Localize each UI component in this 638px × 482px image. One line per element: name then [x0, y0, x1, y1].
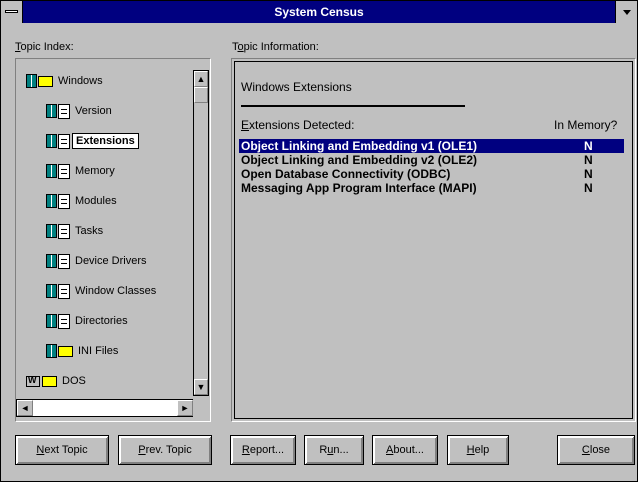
tree-item-label: Directories: [75, 315, 128, 327]
title-bar: System Census: [1, 1, 637, 23]
page-icon: [58, 313, 70, 329]
topic-tree[interactable]: Windows Version Extensions Memory Module…: [26, 70, 190, 392]
in-memory-value: N: [584, 139, 593, 153]
prev-topic-button[interactable]: Prev. Topic: [118, 435, 212, 465]
tree-item-label: Extensions: [72, 133, 139, 149]
book-icon: [46, 344, 57, 358]
scrollbar-corner: [193, 399, 209, 417]
help-button[interactable]: Help: [447, 435, 509, 465]
in-memory-header: In Memory?: [554, 118, 618, 132]
extension-row[interactable]: Object Linking and Embedding v1 (OLE1) N: [239, 139, 624, 153]
tree-horizontal-scrollbar[interactable]: ◄ ►: [16, 399, 194, 417]
tree-item-dos[interactable]: DOS: [26, 370, 89, 392]
system-census-window: System Census Topic Index: Topic Informa…: [0, 0, 638, 482]
page-icon: [58, 163, 70, 179]
page-icon: [58, 223, 70, 239]
tree-item-memory[interactable]: Memory: [46, 160, 118, 182]
book-icon: [46, 134, 57, 148]
tree-item-label: Modules: [75, 195, 117, 207]
extension-row[interactable]: Open Database Connectivity (ODBC) N: [239, 167, 624, 181]
in-memory-value: N: [584, 167, 593, 181]
extension-row[interactable]: Object Linking and Embedding v2 (OLE2) N: [239, 153, 624, 167]
tree-item-label: Memory: [75, 165, 115, 177]
extension-name: Open Database Connectivity (ODBC): [241, 167, 451, 181]
minimize-button[interactable]: [615, 1, 637, 23]
extension-name: Object Linking and Embedding v1 (OLE1): [241, 139, 478, 153]
tree-item-label: Tasks: [75, 225, 104, 237]
system-menu-icon: [5, 10, 18, 13]
heading-divider: [241, 105, 465, 107]
window-title: System Census: [274, 5, 364, 19]
book-icon: [46, 314, 57, 328]
page-icon: [58, 103, 70, 119]
folder-icon: [58, 345, 73, 357]
scroll-thumb[interactable]: [194, 87, 208, 103]
in-memory-value: N: [584, 153, 593, 167]
book-icon: [46, 224, 57, 238]
tree-item-ini-files[interactable]: INI Files: [46, 340, 121, 362]
tree-item-label: DOS: [62, 375, 86, 387]
system-menu-button[interactable]: [1, 1, 23, 23]
topic-information-label: Topic Information:: [232, 41, 319, 53]
tree-item-label: Device Drivers: [75, 255, 147, 267]
next-topic-button[interactable]: Next Topic: [15, 435, 109, 465]
scroll-right-button[interactable]: ►: [177, 400, 193, 416]
about-button[interactable]: About...: [372, 435, 438, 465]
minimize-icon: [623, 10, 631, 15]
topic-information-panel: Windows Extensions Extensions Detected: …: [231, 58, 636, 422]
topic-index-label: Topic Index:: [15, 41, 74, 53]
page-icon: [58, 283, 70, 299]
tree-item-window-classes[interactable]: Window Classes: [46, 280, 159, 302]
book-icon: [46, 164, 57, 178]
in-memory-value: N: [584, 181, 593, 195]
scroll-left-button[interactable]: ◄: [17, 400, 33, 416]
page-icon: [58, 133, 70, 149]
page-icon: [58, 193, 70, 209]
tree-item-version[interactable]: Version: [46, 100, 115, 122]
tree-item-extensions[interactable]: Extensions: [46, 130, 139, 152]
expand-book-icon: [26, 74, 37, 88]
close-button[interactable]: Close: [557, 435, 635, 465]
extension-name: Object Linking and Embedding v2 (OLE2): [241, 153, 478, 167]
run-button[interactable]: Run...: [304, 435, 364, 465]
extensions-detected-header: Extensions Detected:: [241, 118, 355, 132]
book-icon: [46, 284, 57, 298]
scroll-up-button[interactable]: ▲: [194, 71, 208, 87]
extension-name: Messaging App Program Interface (MAPI): [241, 181, 477, 195]
tree-item-tasks[interactable]: Tasks: [46, 220, 106, 242]
tree-vertical-scrollbar[interactable]: ▲ ▼: [193, 70, 209, 396]
book-icon: [46, 194, 57, 208]
book-icon: [46, 254, 57, 268]
topic-index-panel: Windows Version Extensions Memory Module…: [15, 58, 211, 422]
report-button[interactable]: Report...: [230, 435, 296, 465]
tree-item-modules[interactable]: Modules: [46, 190, 120, 212]
folder-icon: [42, 375, 57, 387]
extensions-list[interactable]: Object Linking and Embedding v1 (OLE1) N…: [239, 139, 624, 195]
windows-folder-icon: [38, 75, 53, 87]
tree-item-device-drivers[interactable]: Device Drivers: [46, 250, 150, 272]
topic-information-frame: Windows Extensions Extensions Detected: …: [234, 61, 633, 419]
tree-item-label: Window Classes: [75, 285, 157, 297]
dos-icon: [26, 375, 40, 387]
book-icon: [46, 104, 57, 118]
scroll-down-button[interactable]: ▼: [194, 379, 208, 395]
tree-item-label: Version: [75, 105, 112, 117]
tree-item-directories[interactable]: Directories: [46, 310, 131, 332]
tree-item-label: Windows: [58, 75, 103, 87]
page-icon: [58, 253, 70, 269]
tree-item-label: INI Files: [78, 345, 119, 357]
topic-heading: Windows Extensions: [241, 80, 352, 94]
extension-row[interactable]: Messaging App Program Interface (MAPI) N: [239, 181, 624, 195]
tree-item-windows[interactable]: Windows: [26, 70, 106, 92]
